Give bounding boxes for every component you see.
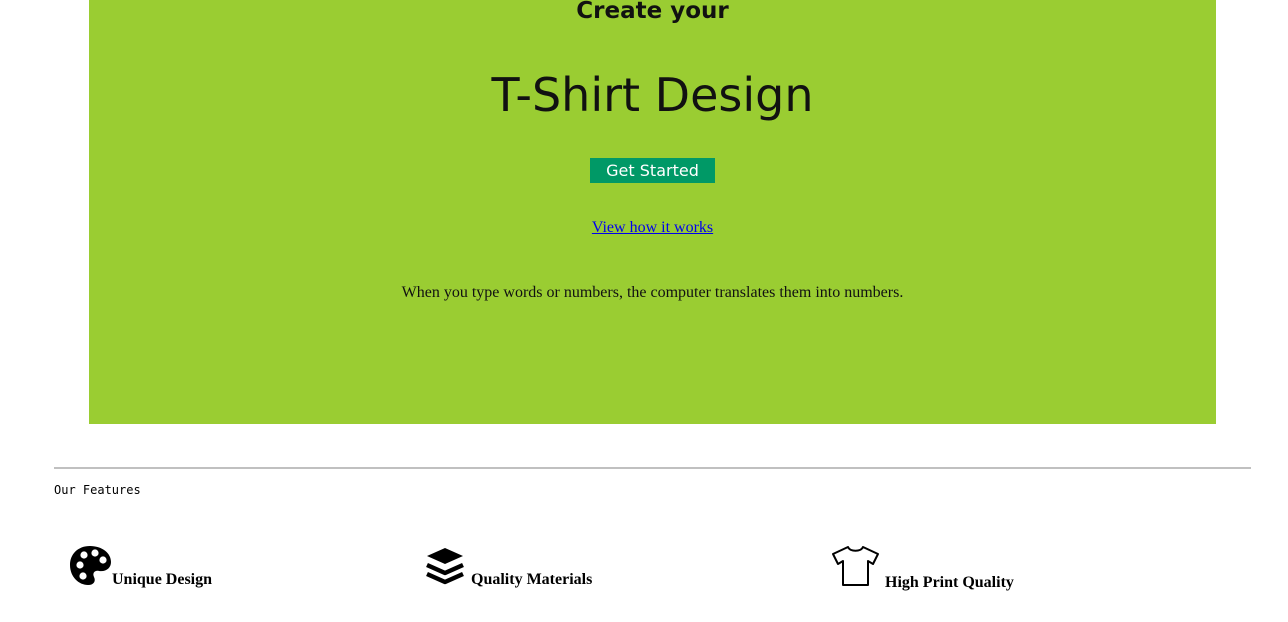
how-it-works-container: View how it works: [89, 219, 1216, 237]
palette-icon: [69, 545, 112, 586]
section-divider: [54, 467, 1251, 469]
tshirt-icon: [831, 545, 880, 587]
feature-label: High Print Quality: [885, 574, 1014, 591]
hero-section: Create your T-Shirt Design Get Started V…: [89, 0, 1216, 424]
feature-unique-design: Unique Design: [69, 545, 213, 588]
hero-subtitle: Create your: [576, 0, 729, 24]
view-how-it-works-link[interactable]: View how it works: [592, 219, 713, 236]
hero-title: T-Shirt Design: [491, 68, 814, 122]
feature-label: Quality Materials: [471, 571, 593, 588]
get-started-button[interactable]: Get Started: [590, 158, 715, 183]
features-heading: Our Features: [54, 483, 141, 497]
feature-quality-materials: Quality Materials: [425, 546, 593, 588]
layers-icon: [425, 546, 465, 586]
feature-label: Unique Design: [112, 571, 213, 588]
feature-high-print-quality: High Print Quality: [831, 545, 1014, 591]
hero-description: When you type words or numbers, the comp…: [401, 284, 904, 301]
